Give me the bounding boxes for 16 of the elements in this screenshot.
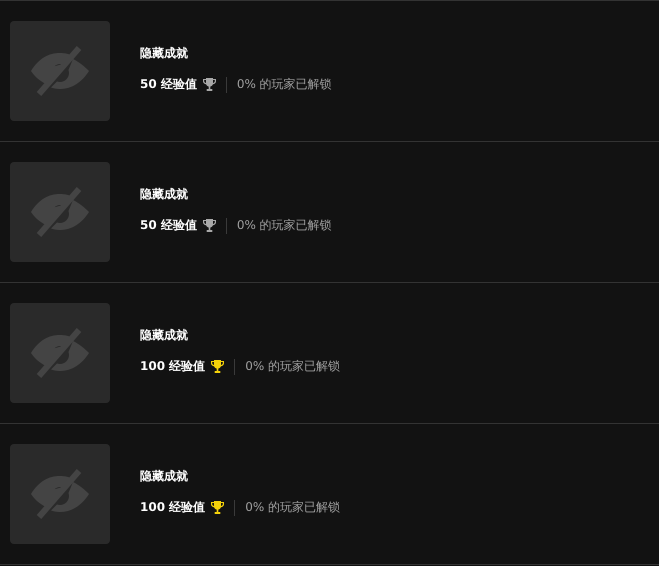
unlock-percentage: 0% 的玩家已解锁 [245,358,340,375]
achievement-title: 隐藏成就 [140,468,188,485]
xp-value: 100 经验值 [140,358,206,375]
unlock-percentage: 0% 的玩家已解锁 [236,217,332,234]
achievement-title: 隐藏成就 [140,45,188,62]
xp-value: 50 经验值 [140,217,197,234]
xp-value: 100 经验值 [140,499,206,516]
hidden-eye-icon [29,469,91,519]
unlock-percentage: 0% 的玩家已解锁 [236,76,332,93]
hidden-eye-icon [29,46,91,96]
achievement-title: 隐藏成就 [140,327,188,344]
unlock-percentage: 0% 的玩家已解锁 [245,499,340,516]
xp-value: 50 经验值 [140,76,197,93]
hidden-eye-icon [29,187,91,237]
hidden-eye-icon [29,328,91,378]
achievement-title: 隐藏成就 [140,186,188,203]
